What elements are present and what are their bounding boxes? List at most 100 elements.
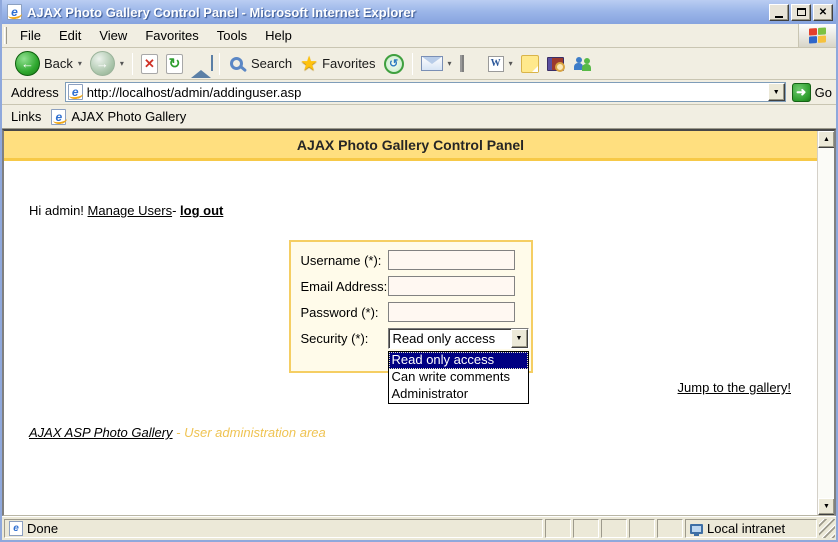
menu-file[interactable]: File (11, 24, 50, 47)
password-field[interactable] (388, 302, 515, 322)
minimize-button[interactable] (769, 4, 789, 21)
status-panel: e Done (4, 519, 543, 538)
minimize-icon (775, 16, 783, 18)
discuss-button[interactable] (517, 53, 543, 75)
back-icon: ← (15, 51, 40, 76)
security-dropdown-button[interactable]: ▼ (511, 329, 528, 348)
logout-link[interactable]: log out (180, 203, 223, 218)
messenger-icon (572, 55, 594, 73)
windows-logo-panel (798, 24, 836, 47)
links-label: Links (11, 109, 41, 124)
form-row-username: Username (*): (301, 250, 531, 276)
form-row-password: Password (*): (301, 302, 531, 328)
toolbar-separator (132, 53, 133, 75)
arrow-down-icon: ▼ (823, 503, 830, 510)
gallery-footer-link[interactable]: AJAX ASP Photo Gallery (29, 425, 173, 440)
security-zone-panel: Local intranet (685, 519, 817, 538)
word-icon: W (488, 56, 504, 72)
option-can-write[interactable]: Can write comments (389, 369, 528, 386)
forward-button[interactable]: → ▾ (86, 49, 128, 78)
zone-text: Local intranet (707, 521, 785, 536)
messenger-button[interactable] (568, 53, 598, 75)
page-icon: e (51, 109, 66, 125)
username-field[interactable] (388, 250, 515, 270)
status-spacer-panel (573, 519, 599, 538)
forward-dropdown-icon: ▾ (120, 59, 124, 68)
print-button[interactable] (456, 54, 484, 74)
browser-viewport: AJAX Photo Gallery Control Panel Hi admi… (2, 129, 836, 516)
stop-icon: ✕ (141, 54, 158, 74)
option-read-only[interactable]: Read only access (389, 352, 528, 369)
form-row-email: Email Address: (301, 276, 531, 302)
option-administrator[interactable]: Administrator (389, 386, 528, 403)
go-arrow-icon: ➜ (792, 83, 811, 102)
menu-favorites[interactable]: Favorites (136, 24, 207, 47)
greeting-line: Hi admin! Manage Users- log out (29, 203, 817, 218)
back-label: Back (44, 56, 73, 71)
page-footer: AJAX ASP Photo Gallery - User administra… (29, 425, 817, 440)
status-spacer-panel (657, 519, 683, 538)
status-spacer-panel (601, 519, 627, 538)
email-label: Email Address: (301, 276, 388, 294)
manage-users-link[interactable]: Manage Users (88, 203, 173, 218)
address-field[interactable]: e http://localhost/admin/addinguser.asp … (65, 82, 786, 102)
menu-tools[interactable]: Tools (208, 24, 256, 47)
window-controls: ✕ (769, 4, 833, 21)
page-title: AJAX Photo Gallery Control Panel (297, 137, 524, 153)
back-dropdown-icon: ▾ (78, 59, 82, 68)
address-bar: Address e http://localhost/admin/addingu… (2, 80, 836, 105)
menu-help[interactable]: Help (256, 24, 301, 47)
title-bar: e AJAX Photo Gallery Control Panel - Mic… (2, 0, 836, 24)
vertical-scrollbar[interactable]: ▲ ▼ (817, 131, 834, 515)
favorites-label: Favorites (322, 56, 375, 71)
links-bar: Links e AJAX Photo Gallery (2, 105, 836, 129)
address-dropdown-button[interactable]: ▼ (768, 83, 785, 101)
menu-edit[interactable]: Edit (50, 24, 90, 47)
search-button[interactable]: Search (224, 53, 296, 74)
mail-button[interactable]: ▾ (417, 54, 456, 73)
research-button[interactable] (543, 55, 568, 73)
menu-view[interactable]: View (90, 24, 136, 47)
toolbar-separator (219, 53, 220, 75)
status-spacer-panel (545, 519, 571, 538)
maximize-button[interactable] (791, 4, 811, 21)
home-button[interactable] (187, 53, 215, 75)
page-banner: AJAX Photo Gallery Control Panel (4, 131, 817, 161)
scroll-up-button[interactable]: ▲ (818, 131, 835, 148)
back-button[interactable]: ← Back ▾ (11, 49, 86, 78)
stop-button[interactable]: ✕ (137, 52, 162, 76)
favorites-button[interactable]: ★ Favorites (296, 52, 379, 76)
refresh-button[interactable]: ↻ (162, 52, 187, 76)
discuss-note-icon (521, 55, 539, 73)
address-url[interactable]: http://localhost/admin/addinguser.asp (87, 85, 764, 100)
menu-bar: File Edit View Favorites Tools Help (2, 24, 836, 48)
jump-to-gallery-link[interactable]: Jump to the gallery! (678, 380, 791, 395)
security-label: Security (*): (301, 328, 388, 346)
links-bar-item[interactable]: e AJAX Photo Gallery (51, 109, 186, 125)
toolbar-separator (412, 53, 413, 75)
email-field[interactable] (388, 276, 515, 296)
security-options-list: Read only access Can write comments Admi… (388, 351, 529, 404)
links-item-label: AJAX Photo Gallery (71, 109, 186, 124)
browser-window: e AJAX Photo Gallery Control Panel - Mic… (0, 0, 838, 542)
close-button[interactable]: ✕ (813, 4, 833, 21)
forward-icon: → (90, 51, 115, 76)
edit-with-word-button[interactable]: W ▾ (484, 54, 517, 74)
mail-icon (421, 56, 443, 71)
home-icon (191, 55, 211, 73)
chevron-down-icon: ▼ (516, 335, 523, 342)
password-label: Password (*): (301, 302, 388, 320)
mail-dropdown-icon: ▾ (448, 59, 452, 68)
page-icon: e (68, 84, 83, 100)
refresh-icon: ↻ (166, 54, 183, 74)
security-select[interactable]: Read only access ▼ (388, 328, 529, 349)
add-user-form: Username (*): Email Address: Password (*… (289, 240, 533, 373)
go-button[interactable]: ➜ Go (792, 83, 832, 102)
greeting-separator: - (172, 203, 180, 218)
status-text: Done (27, 521, 58, 536)
toolbar-grip[interactable] (4, 27, 7, 44)
scroll-down-button[interactable]: ▼ (818, 498, 835, 515)
resize-grip[interactable] (819, 519, 835, 538)
history-button[interactable]: ↺ (380, 52, 408, 76)
greeting-text: Hi admin! (29, 203, 88, 218)
